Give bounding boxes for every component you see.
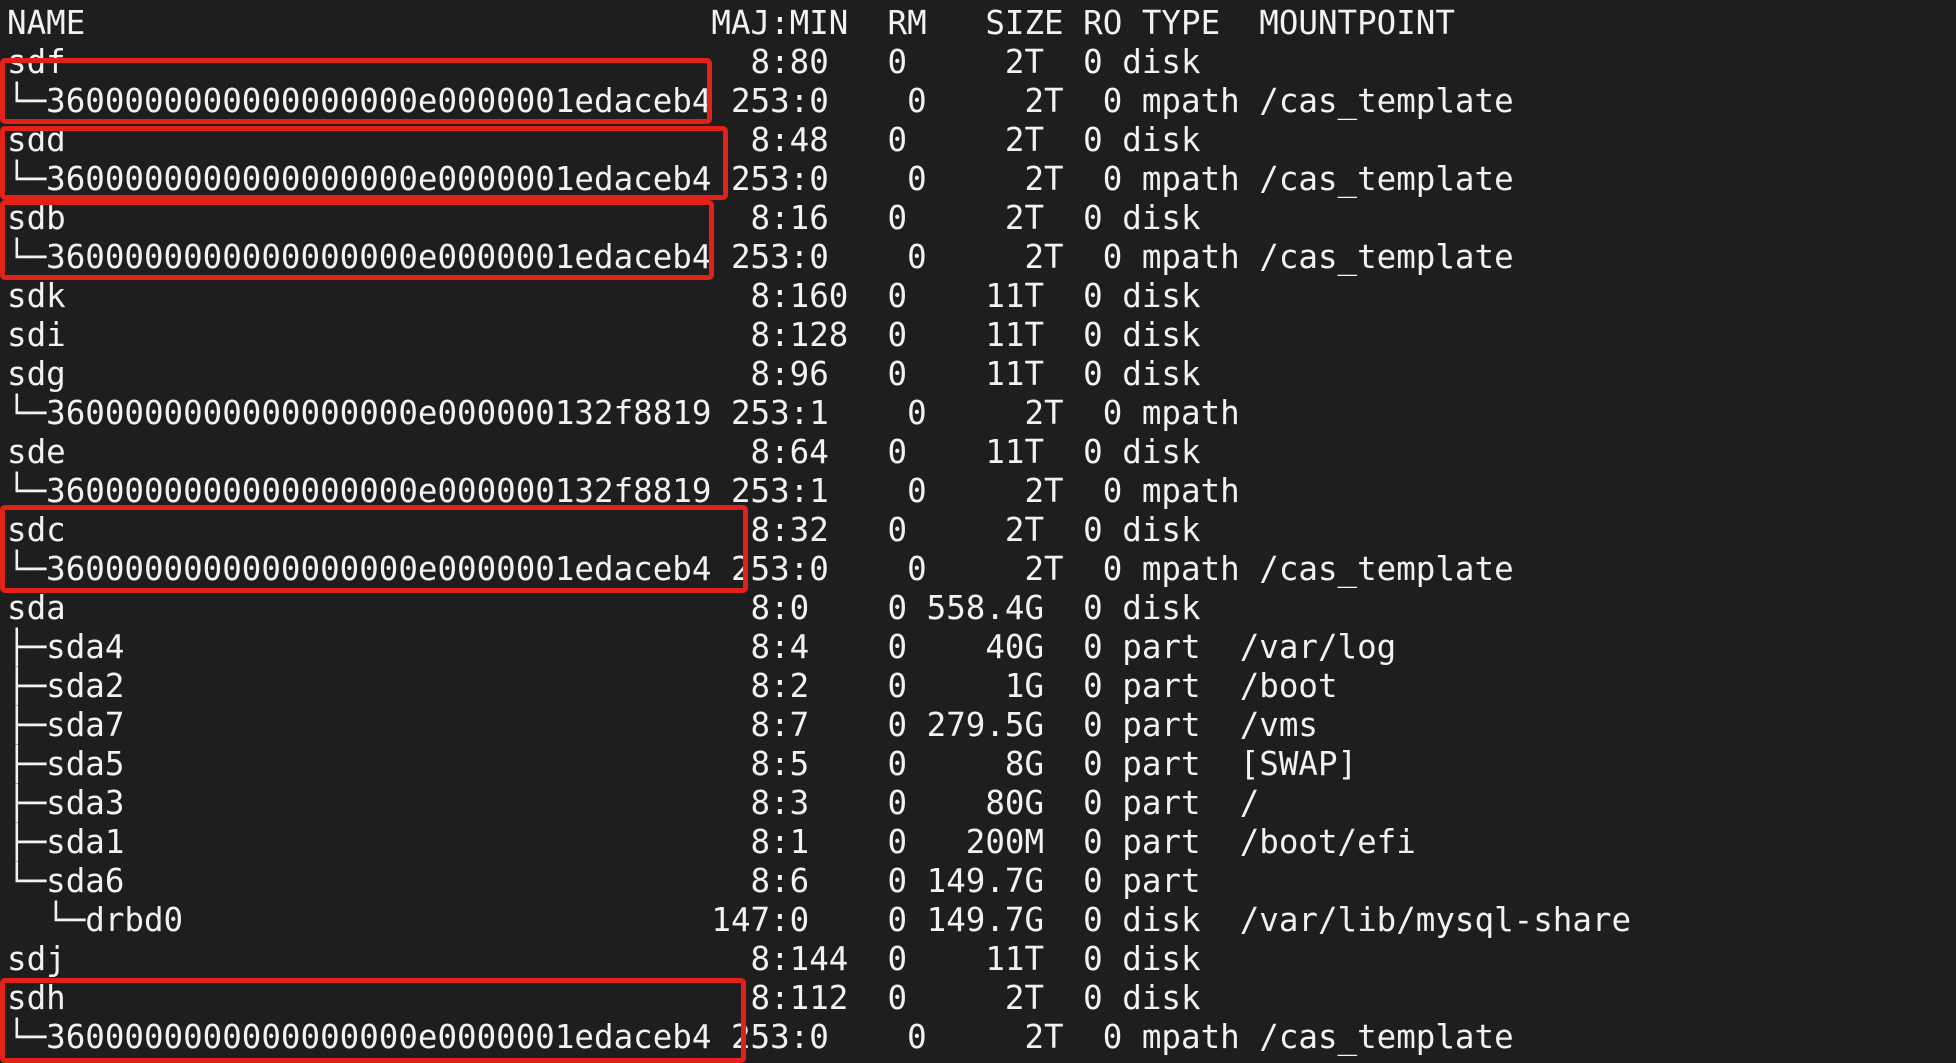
lsblk-row: └─drbd0 147:0 0 149.7G 0 disk /var/lib/m… (7, 901, 1632, 939)
lsblk-row: └─3600000000000000000e0000001edaceb4 253… (7, 550, 1514, 588)
lsblk-row: sde 8:64 0 11T 0 disk (7, 433, 1201, 471)
lsblk-row: sdj 8:144 0 11T 0 disk (7, 940, 1201, 978)
lsblk-row: ├─sda3 8:3 0 80G 0 part / (7, 784, 1260, 822)
lsblk-header: NAME MAJ:MIN RM SIZE RO TYPE MOUNTPOINT (7, 4, 1455, 42)
lsblk-row: sdf 8:80 0 2T 0 disk (7, 43, 1201, 81)
lsblk-row: └─3600000000000000000e0000001edaceb4 253… (7, 238, 1514, 276)
lsblk-row: └─3600000000000000000e0000001edaceb4 253… (7, 82, 1514, 120)
lsblk-row: sdd 8:48 0 2T 0 disk (7, 121, 1201, 159)
lsblk-row: └─3600000000000000000e0000001edaceb4 253… (7, 160, 1514, 198)
lsblk-row: └─3600000000000000000e0000001edaceb4 253… (7, 1018, 1514, 1056)
terminal-window[interactable]: NAME MAJ:MIN RM SIZE RO TYPE MOUNTPOINT … (0, 0, 1956, 1063)
lsblk-row: sdk 8:160 0 11T 0 disk (7, 277, 1201, 315)
lsblk-row: ├─sda1 8:1 0 200M 0 part /boot/efi (7, 823, 1416, 861)
lsblk-row: sdi 8:128 0 11T 0 disk (7, 316, 1201, 354)
lsblk-row: ├─sda7 8:7 0 279.5G 0 part /vms (7, 706, 1318, 744)
lsblk-row: ├─sda2 8:2 0 1G 0 part /boot (7, 667, 1338, 705)
lsblk-row: ├─sda4 8:4 0 40G 0 part /var/log (7, 628, 1397, 666)
lsblk-row: sdg 8:96 0 11T 0 disk (7, 355, 1201, 393)
lsblk-row: sda 8:0 0 558.4G 0 disk (7, 589, 1201, 627)
lsblk-row: sdh 8:112 0 2T 0 disk (7, 979, 1201, 1017)
lsblk-row: └─3600000000000000000e000000132f8819 253… (7, 472, 1240, 510)
lsblk-row: sdc 8:32 0 2T 0 disk (7, 511, 1201, 549)
lsblk-row: └─3600000000000000000e000000132f8819 253… (7, 394, 1240, 432)
lsblk-row: └─sda6 8:6 0 149.7G 0 part (7, 862, 1201, 900)
lsblk-row: ├─sda5 8:5 0 8G 0 part [SWAP] (7, 745, 1358, 783)
lsblk-row: sdb 8:16 0 2T 0 disk (7, 199, 1201, 237)
